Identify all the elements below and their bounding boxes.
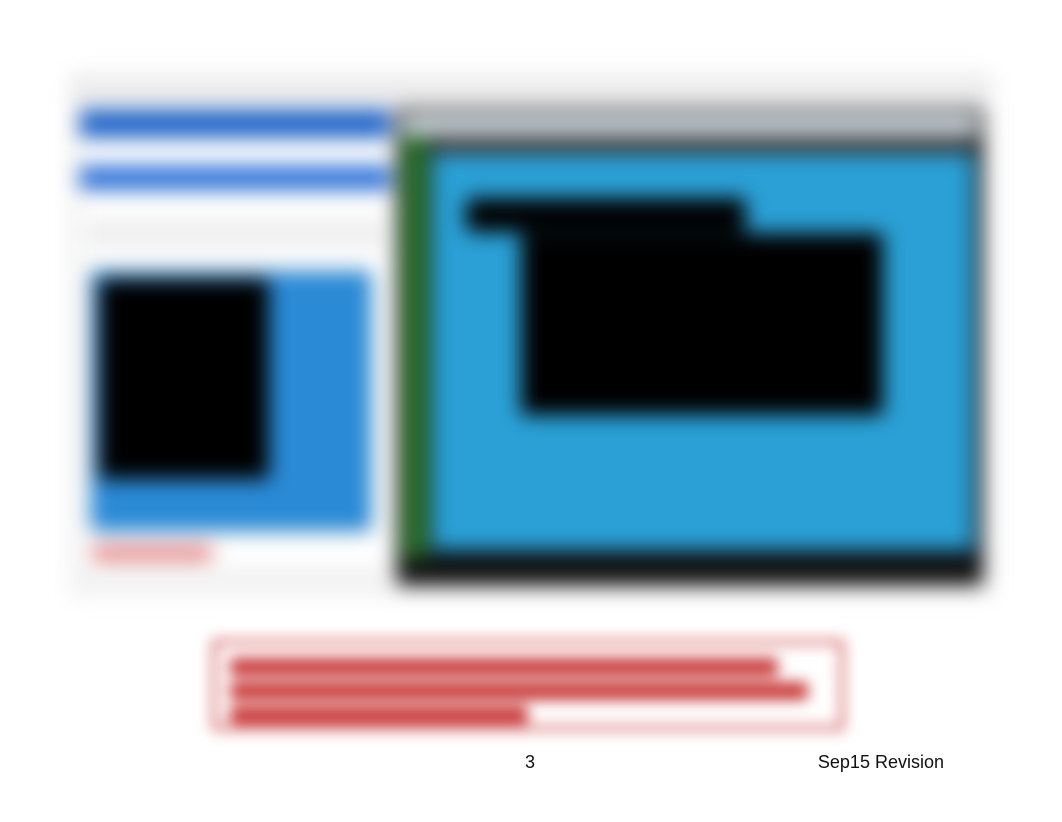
callout-line (230, 682, 808, 700)
screenshot-topbar (71, 75, 991, 105)
left-subheader-bar (80, 166, 390, 190)
left-red-status (92, 546, 212, 560)
screenshot-right-panel (397, 109, 983, 585)
left-header-bar (80, 110, 390, 138)
vm-inner-titlebar (432, 136, 974, 154)
callout-line (230, 706, 528, 724)
page-number: 3 (525, 752, 535, 773)
embedded-screenshot (70, 74, 992, 596)
red-callout-box (212, 640, 844, 730)
revision-label: Sep15 Revision (818, 752, 944, 773)
left-thumbnail-area (90, 270, 372, 532)
vm-desktop (432, 154, 974, 550)
left-thumbnail-terminal (99, 279, 269, 479)
document-page: 3 Sep15 Revision (0, 0, 1062, 822)
screenshot-left-panel (79, 109, 391, 569)
vm-side-toolbar (402, 136, 428, 558)
vm-window-titlebar (402, 114, 978, 136)
page-footer: 3 Sep15 Revision (0, 752, 1062, 778)
vm-taskbar (402, 558, 978, 580)
left-field-row (88, 220, 382, 248)
vm-terminal-window (522, 234, 882, 414)
callout-line (230, 658, 778, 676)
vm-heading-block (466, 198, 746, 232)
